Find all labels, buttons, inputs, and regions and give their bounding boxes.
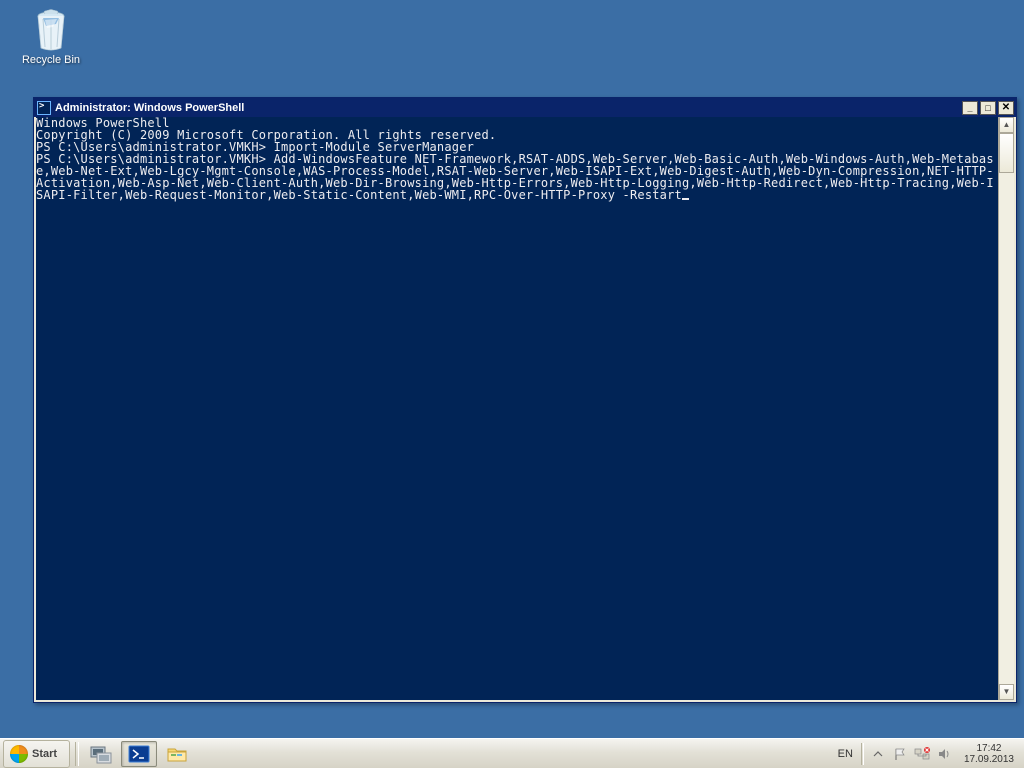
scroll-down-button[interactable]: ▼ (999, 684, 1014, 700)
powershell-icon (37, 101, 51, 115)
window-title: Administrator: Windows PowerShell (55, 102, 960, 114)
windows-orb-icon (10, 745, 28, 763)
server-manager-icon (89, 743, 113, 765)
clock-date: 17.09.2013 (964, 754, 1014, 765)
tray-network-icon[interactable] (914, 746, 930, 762)
quick-launch (81, 741, 197, 767)
tray-volume-icon[interactable] (936, 746, 952, 762)
minimize-button[interactable]: _ (962, 101, 978, 115)
window-body: Windows PowerShellCopyright (C) 2009 Mic… (34, 117, 1016, 702)
quick-launch-server-manager[interactable] (83, 741, 119, 767)
console-line: PS C:\Users\administrator.VMKH> Add-Wind… (36, 153, 998, 201)
powershell-window: Administrator: Windows PowerShell _ □ ✕ … (33, 97, 1017, 703)
scroll-thumb[interactable] (999, 133, 1014, 173)
language-indicator[interactable]: EN (830, 748, 861, 760)
system-tray: EN 17:42 17.09.2013 (830, 739, 1024, 768)
start-label: Start (32, 748, 57, 760)
vertical-scrollbar[interactable]: ▲ ▼ (998, 117, 1014, 700)
clock-time: 17:42 (964, 743, 1014, 754)
scroll-track[interactable] (999, 133, 1014, 684)
tray-show-hidden-icon[interactable] (870, 746, 886, 762)
desktop-icon-recycle-bin[interactable]: Recycle Bin (15, 8, 87, 66)
explorer-icon (165, 743, 189, 765)
quick-launch-powershell[interactable] (121, 741, 157, 767)
desktop-icon-label: Recycle Bin (15, 54, 87, 66)
clock[interactable]: 17:42 17.09.2013 (958, 741, 1024, 767)
taskbar-separator (75, 742, 79, 766)
scroll-up-button[interactable]: ▲ (999, 117, 1014, 133)
powershell-taskbar-icon (127, 743, 151, 765)
quick-launch-explorer[interactable] (159, 741, 195, 767)
cursor (682, 198, 689, 200)
taskbar: Start EN (0, 738, 1024, 768)
start-button[interactable]: Start (3, 740, 70, 768)
titlebar[interactable]: Administrator: Windows PowerShell _ □ ✕ (34, 98, 1016, 117)
maximize-button[interactable]: □ (980, 101, 996, 115)
close-button[interactable]: ✕ (998, 101, 1014, 115)
recycle-bin-icon (31, 8, 71, 52)
tray-icons (864, 746, 958, 762)
console-output[interactable]: Windows PowerShellCopyright (C) 2009 Mic… (36, 117, 998, 700)
tray-flag-icon[interactable] (892, 746, 908, 762)
